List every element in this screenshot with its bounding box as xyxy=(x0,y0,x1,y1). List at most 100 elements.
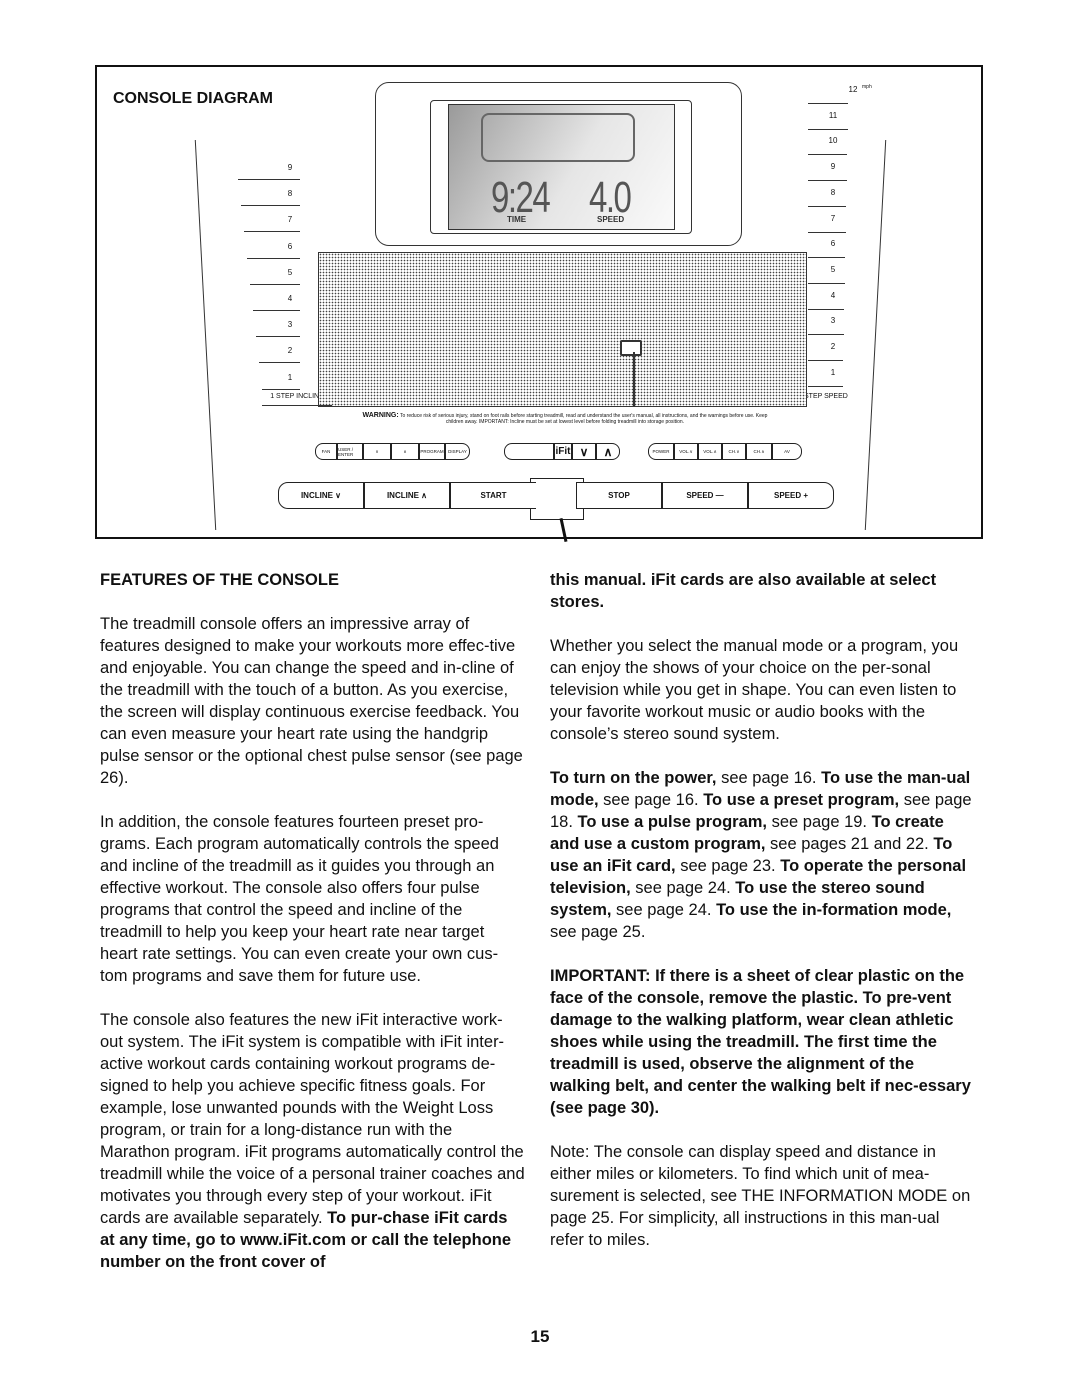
speed-tick xyxy=(808,103,848,104)
lcd-display: 9:24 TIME 4.0 SPEED xyxy=(448,104,675,230)
time-label: TIME xyxy=(507,215,527,224)
speed-tick xyxy=(808,308,844,310)
warning-label: WARNING: To reduce risk of serious injur… xyxy=(355,412,775,425)
speed-tick-label: 3 xyxy=(830,316,836,326)
body-text: see page 16. xyxy=(598,791,704,809)
body-text: The treadmill console offers an impressi… xyxy=(100,615,523,787)
speed-tick xyxy=(808,180,847,182)
speed-tick-label: 11 xyxy=(828,110,838,120)
speed-tick-label: 5 xyxy=(830,264,836,274)
tv-button-2[interactable]: VOL.∧ xyxy=(698,443,722,460)
incline-tick-label: 5 xyxy=(287,267,293,277)
incline-tick xyxy=(253,310,300,311)
bold-text: To use the in-formation mode, xyxy=(716,901,952,919)
speed-tick xyxy=(808,334,844,336)
speed-tick-label: 12 xyxy=(848,85,858,94)
tv-button-5[interactable]: AV xyxy=(772,443,802,460)
bold-text: To use a pulse program, xyxy=(577,813,768,831)
tv-button-1[interactable]: VOL.∨ xyxy=(674,443,698,460)
bold-text: To turn on the power, xyxy=(550,769,717,787)
incline-tick xyxy=(256,336,300,338)
features-heading: FEATURES OF THE CONSOLE xyxy=(100,571,339,589)
ifit-card-slot[interactable] xyxy=(504,443,554,460)
button-3[interactable]: ∧ xyxy=(391,443,419,460)
body-text: see page 25. xyxy=(550,923,646,941)
button-1[interactable]: USER / ENTER xyxy=(337,443,363,460)
incline-tick-label: 1 xyxy=(287,372,293,382)
body-text: see page 24. xyxy=(630,879,736,897)
left-column: FEATURES OF THE CONSOLE The treadmill co… xyxy=(100,569,525,1295)
incline-tick-label: 2 xyxy=(287,346,293,356)
incline-tick xyxy=(244,231,300,233)
tv-button-3[interactable]: CH.∨ xyxy=(722,443,746,460)
incline-tick xyxy=(247,257,300,259)
tv-button-4[interactable]: CH.∧ xyxy=(746,443,772,460)
speed-tick-label: 8 xyxy=(830,187,836,197)
speed-tick-label: 7 xyxy=(830,213,836,223)
body-text: see page 16. xyxy=(716,769,822,787)
ifit-button-1[interactable]: ∨ xyxy=(572,443,596,460)
bold-text: To use a preset program, xyxy=(703,791,900,809)
body-text: In addition, the console features fourte… xyxy=(100,813,499,985)
page-number: 15 xyxy=(530,1327,550,1346)
speed-tick xyxy=(808,154,847,156)
large-button-2[interactable]: START xyxy=(450,482,536,509)
body-text: see page 24. xyxy=(611,901,717,919)
speed-tick xyxy=(808,205,846,207)
speed-tick xyxy=(808,385,843,387)
large-button-4[interactable]: SPEED — xyxy=(662,482,748,509)
paragraph: The console also features the new iFit i… xyxy=(100,1009,525,1273)
incline-tick-label: 4 xyxy=(287,294,293,303)
incline-tick xyxy=(259,362,300,364)
speed-tick-label: 6 xyxy=(830,239,836,249)
incline-tick xyxy=(262,388,300,390)
incline-tick xyxy=(241,205,300,207)
large-button-1[interactable]: INCLINE ∧ xyxy=(364,482,450,509)
speed-tick xyxy=(808,128,848,130)
speed-tick-label: 2 xyxy=(830,342,836,351)
incline-tick-label: 6 xyxy=(287,241,293,251)
manual-page: CONSOLE DIAGRAM 1 STEP INCLINE mph 1 STE… xyxy=(0,0,1080,1397)
speed-tick xyxy=(808,231,846,233)
speed-tick-label: 9 xyxy=(830,162,836,172)
speed-tick-label: 4 xyxy=(830,290,836,300)
large-button-0[interactable]: INCLINE ∨ xyxy=(278,482,364,509)
paragraph: Whether you select the manual mode or a … xyxy=(550,635,975,745)
ifit-button-2[interactable]: ∧ xyxy=(596,443,620,460)
body-text: Whether you select the manual mode or a … xyxy=(550,637,959,743)
button-2[interactable]: ∨ xyxy=(363,443,391,460)
right-column: this manual. iFit cards are also availab… xyxy=(550,569,975,1273)
body-text: see page 23. xyxy=(675,857,781,875)
body-text: Note: The console can display speed and … xyxy=(550,1143,971,1249)
paragraph: Note: The console can display speed and … xyxy=(550,1141,975,1251)
audio-cable xyxy=(633,352,635,407)
paragraph: To turn on the power, see page 16. To us… xyxy=(550,767,975,943)
speed-tick xyxy=(808,257,845,259)
bold-text: this manual. iFit cards are also availab… xyxy=(550,571,937,611)
incline-tick xyxy=(250,283,300,285)
paragraph: The treadmill console offers an impressi… xyxy=(100,613,525,789)
incline-tick-label: 3 xyxy=(287,320,293,330)
button-0[interactable]: FAN xyxy=(315,443,337,460)
incline-tick xyxy=(238,179,300,180)
speed-tick xyxy=(808,360,843,361)
warning-text: To reduce risk of serious injury, stand … xyxy=(400,413,768,425)
button-4[interactable]: PROGRAM xyxy=(419,443,445,460)
body-text: The console also features the new iFit i… xyxy=(100,1011,525,1227)
console-diagram-title: CONSOLE DIAGRAM xyxy=(113,90,273,107)
large-button-3[interactable]: STOP xyxy=(576,482,662,509)
track-graphic xyxy=(481,113,635,162)
button-5[interactable]: DISPLAY xyxy=(445,443,470,460)
speed-tick-label: 10 xyxy=(828,136,838,146)
speed-tick-label: 1 xyxy=(830,367,836,377)
incline-tick-label: 7 xyxy=(287,215,293,225)
speed-label-lcd: SPEED xyxy=(597,215,625,224)
incline-tick-label: 8 xyxy=(287,189,293,199)
paragraph: IMPORTANT: If there is a sheet of clear … xyxy=(550,965,975,1119)
paragraph: this manual. iFit cards are also availab… xyxy=(550,569,975,613)
large-button-5[interactable]: SPEED + xyxy=(748,482,834,509)
body-text: see pages 21 and 22. xyxy=(765,835,934,853)
speed-tick xyxy=(808,282,845,284)
tv-button-0[interactable]: POWER xyxy=(648,443,674,460)
body-text: see page 19. xyxy=(767,813,872,831)
